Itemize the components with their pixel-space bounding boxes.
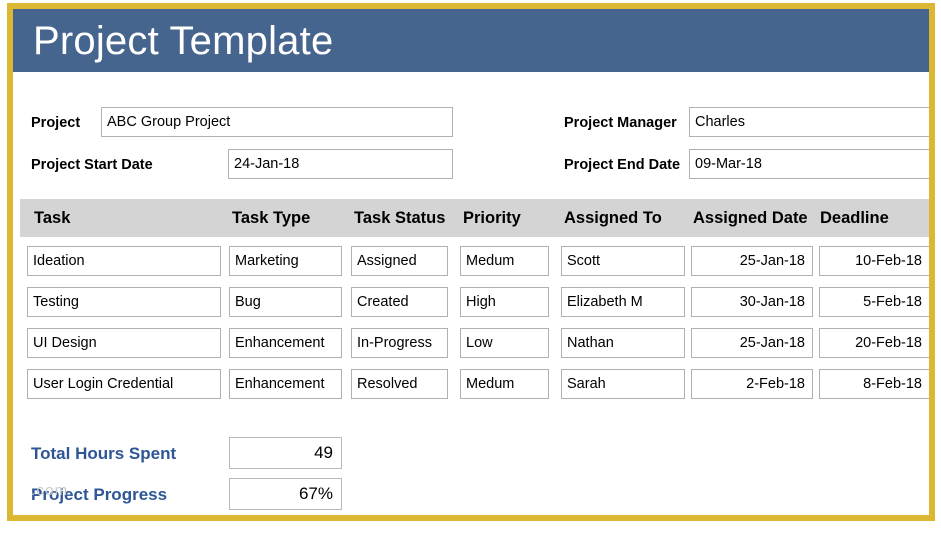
cell-assigned-to[interactable]: Scott [561,246,685,276]
cell-assigned-date[interactable]: 2-Feb-18 [691,369,813,399]
cell-priority[interactable]: High [460,287,549,317]
project-progress-value[interactable]: 67% [229,478,342,510]
cell-assigned-to[interactable]: Elizabeth M [561,287,685,317]
template-page: Project Template Project ABC Group Proje… [7,3,935,521]
cell-priority[interactable]: Medum [460,369,549,399]
cell-task-status[interactable]: Resolved [351,369,448,399]
project-start-date-label: Project Start Date [31,150,153,180]
cell-task[interactable]: User Login Credential [27,369,221,399]
cell-task-type[interactable]: Bug [229,287,342,317]
project-end-date-label: Project End Date [564,150,680,180]
column-header-task-type: Task Type [232,199,310,237]
cell-task[interactable]: Ideation [27,246,221,276]
cell-deadline[interactable]: 8-Feb-18 [819,369,930,399]
column-header-deadline: Deadline [820,199,889,237]
column-header-assigned-date: Assigned Date [693,199,808,237]
project-end-date-input[interactable]: 09-Mar-18 [689,149,930,179]
project-progress-label: Project Progress [31,480,167,510]
cell-task-status[interactable]: In-Progress [351,328,448,358]
cell-priority[interactable]: Medum [460,246,549,276]
cell-deadline[interactable]: 20-Feb-18 [819,328,930,358]
project-start-date-input[interactable]: 24-Jan-18 [228,149,453,179]
cell-assigned-to[interactable]: Sarah [561,369,685,399]
column-header-priority: Priority [463,199,521,237]
total-hours-label: Total Hours Spent [31,439,176,469]
column-header-task: Task [34,199,70,237]
cell-priority[interactable]: Low [460,328,549,358]
cell-task-status[interactable]: Assigned [351,246,448,276]
cell-task-type[interactable]: Enhancement [229,328,342,358]
cell-assigned-to[interactable]: Nathan [561,328,685,358]
column-header-assigned-to: Assigned To [564,199,662,237]
cell-assigned-date[interactable]: 30-Jan-18 [691,287,813,317]
cell-assigned-date[interactable]: 25-Jan-18 [691,328,813,358]
column-header-task-status: Task Status [354,199,445,237]
cell-task[interactable]: Testing [27,287,221,317]
page-title: Project Template [33,11,333,71]
cell-assigned-date[interactable]: 25-Jan-18 [691,246,813,276]
cell-task-status[interactable]: Created [351,287,448,317]
cell-deadline[interactable]: 10-Feb-18 [819,246,930,276]
project-label: Project [31,108,80,138]
total-hours-value[interactable]: 49 [229,437,342,469]
cell-task-type[interactable]: Marketing [229,246,342,276]
project-manager-input[interactable]: Charles [689,107,930,137]
project-input[interactable]: ABC Group Project [101,107,453,137]
cell-deadline[interactable]: 5-Feb-18 [819,287,930,317]
task-table-header: Task Task Type Task Status Priority Assi… [20,199,934,237]
project-manager-label: Project Manager [564,108,677,138]
title-banner: Project Template [13,9,929,72]
cell-task[interactable]: UI Design [27,328,221,358]
cell-task-type[interactable]: Enhancement [229,369,342,399]
